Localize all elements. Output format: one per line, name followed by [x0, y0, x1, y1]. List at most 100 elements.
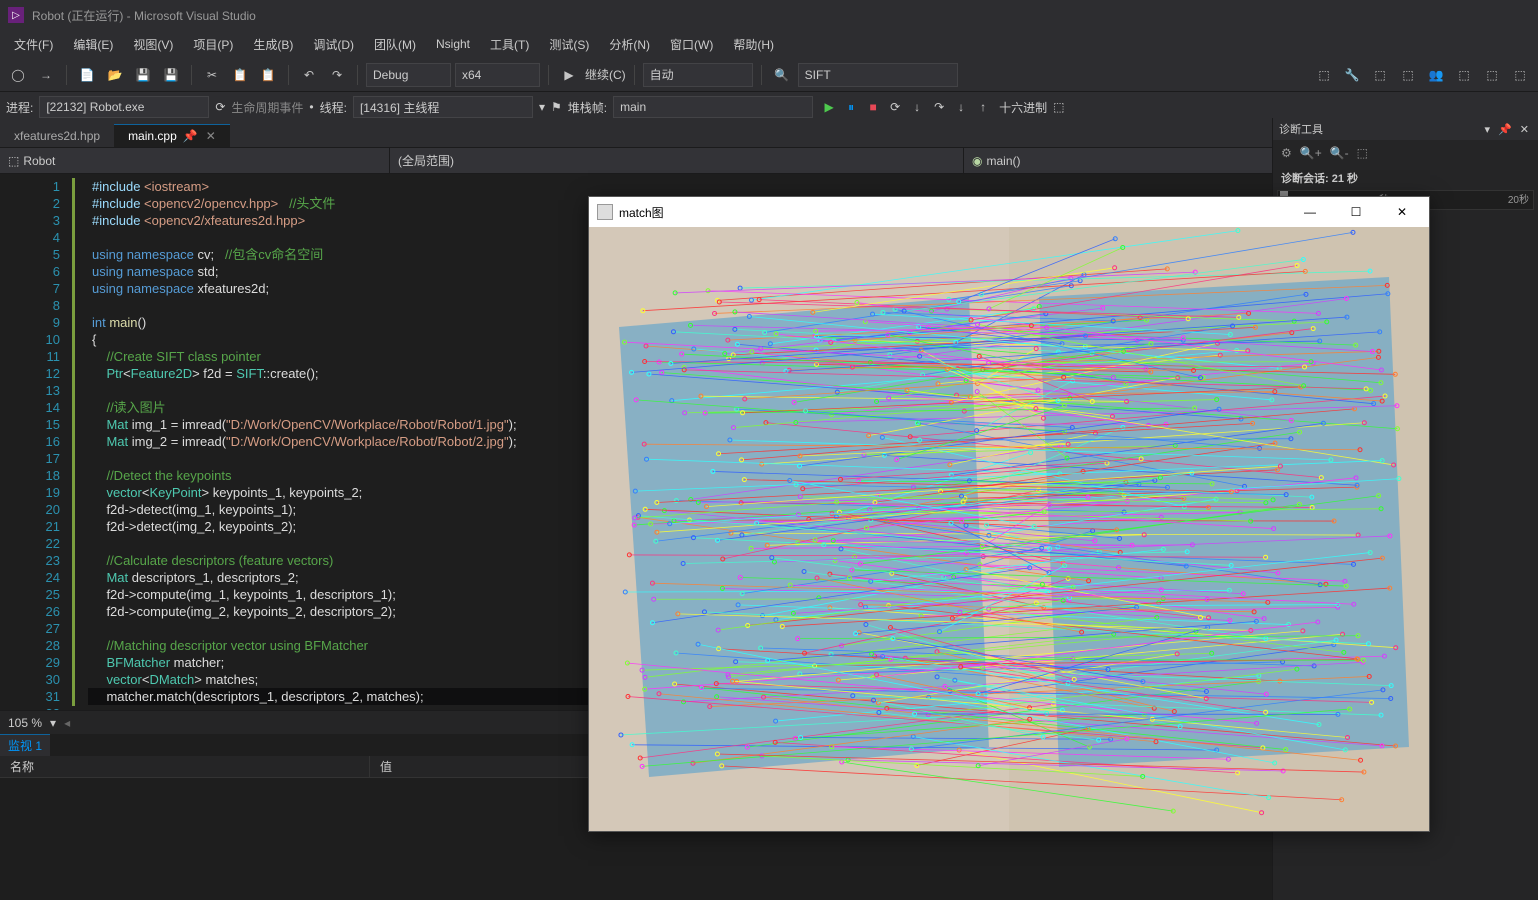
continue-label[interactable]: 继续(C) — [585, 66, 626, 83]
menu-item[interactable]: 测试(S) — [539, 32, 599, 57]
nav-back-icon[interactable]: ◯ — [6, 63, 30, 87]
tool-icon[interactable]: 👥 — [1424, 63, 1448, 87]
process-combo[interactable]: [22132] Robot.exe — [39, 96, 209, 118]
separator — [66, 65, 67, 85]
line-number: 28 — [0, 637, 60, 654]
window-icon — [597, 204, 613, 220]
open-icon[interactable]: 📂 — [103, 63, 127, 87]
redo-icon[interactable]: ↷ — [325, 63, 349, 87]
line-number: 18 — [0, 467, 60, 484]
menu-item[interactable]: 团队(M) — [364, 32, 426, 57]
nav-project[interactable]: ⬚ Robot — [0, 148, 390, 173]
menu-item[interactable]: 视图(V) — [123, 32, 183, 57]
menu-item[interactable]: 分析(N) — [599, 32, 660, 57]
continue-icon[interactable]: ▶ — [557, 63, 581, 87]
tool-icon[interactable]: ⬚ — [1396, 63, 1420, 87]
line-number: 12 — [0, 365, 60, 382]
match-title: match图 — [619, 204, 664, 221]
close-icon[interactable]: ✕ — [1517, 123, 1532, 136]
tool-icon[interactable]: 🔧 — [1340, 63, 1364, 87]
step-over-icon[interactable]: ↷ — [929, 97, 949, 117]
stackframe-combo[interactable]: main — [613, 96, 813, 118]
menu-item[interactable]: 调试(D) — [303, 32, 364, 57]
gear-icon[interactable]: ⚙ — [1281, 146, 1292, 160]
editor-tab[interactable]: main.cpp📌✕ — [114, 124, 230, 147]
match-titlebar[interactable]: match图 — ☐ ✕ — [589, 197, 1429, 227]
maximize-icon[interactable]: ☐ — [1333, 197, 1379, 227]
cut-icon[interactable]: ✂ — [200, 63, 224, 87]
minimize-icon[interactable]: — — [1287, 197, 1333, 227]
tool-icon[interactable]: ⬚ — [1452, 63, 1476, 87]
menu-item[interactable]: Nsight — [426, 33, 480, 55]
undo-icon[interactable]: ↶ — [297, 63, 321, 87]
window-title: Robot (正在运行) - Microsoft Visual Studio — [32, 7, 256, 24]
menu-item[interactable]: 项目(P) — [183, 32, 243, 57]
copy-icon[interactable]: 📋 — [228, 63, 252, 87]
watch-tab[interactable]: 监视 1 — [0, 734, 50, 756]
tool-icon[interactable]: ⬚ — [1480, 63, 1504, 87]
line-number: 1 — [0, 178, 60, 195]
config-combo[interactable]: Debug — [366, 63, 451, 87]
new-file-icon[interactable]: 📄 — [75, 63, 99, 87]
line-number: 10 — [0, 331, 60, 348]
nav-fwd-icon[interactable]: → — [34, 63, 58, 87]
watch-col-name[interactable]: 名称 — [0, 756, 370, 777]
zoom-out-icon[interactable]: 🔍- — [1330, 146, 1349, 160]
tool-icon[interactable]: ⬚ — [1368, 63, 1392, 87]
save-all-icon[interactable]: 💾 — [159, 63, 183, 87]
cube-icon: ⬚ — [8, 154, 19, 168]
zoom-value[interactable]: 105 % — [8, 716, 42, 730]
pin-icon[interactable]: 📌 — [1495, 123, 1515, 136]
diag-header: 诊断工具 ▾ 📌 ✕ — [1273, 118, 1538, 140]
menu-item[interactable]: 编辑(E) — [63, 32, 123, 57]
hex-label: 十六进制 — [999, 99, 1047, 116]
match-image — [589, 227, 1429, 831]
flag-icon[interactable]: ⚑ — [551, 100, 562, 114]
zoom-in-icon[interactable]: 🔍+ — [1300, 146, 1322, 160]
main-toolbar: ◯ → 📄 📂 💾 💾 ✂ 📋 📋 ↶ ↷ Debug x64 ▶ 继续(C) … — [0, 58, 1538, 92]
menu-item[interactable]: 生成(B) — [243, 32, 303, 57]
platform-combo[interactable]: x64 — [455, 63, 540, 87]
separator — [288, 65, 289, 85]
hex-toggle-icon[interactable]: ⬚ — [1053, 100, 1064, 114]
menu-item[interactable]: 窗口(W) — [660, 32, 723, 57]
search-combo[interactable]: SIFT — [798, 63, 958, 87]
tool-icon[interactable]: ⬚ — [1312, 63, 1336, 87]
tool-icon[interactable]: ⬚ — [1508, 63, 1532, 87]
search-dropdown-icon[interactable]: 🔍 — [770, 63, 794, 87]
play-icon[interactable]: ▶ — [819, 97, 839, 117]
separator — [548, 65, 549, 85]
lifecycle-icon[interactable]: ⟳ — [215, 100, 225, 114]
step-icon[interactable]: ↓ — [907, 97, 927, 117]
run-mode-combo[interactable]: 自动 — [643, 63, 753, 87]
restart-icon[interactable]: ⟳ — [885, 97, 905, 117]
line-number: 23 — [0, 552, 60, 569]
line-number: 29 — [0, 654, 60, 671]
nav-scope[interactable]: (全局范围) — [390, 148, 964, 173]
tab-pin-icon[interactable]: 📌 — [183, 129, 198, 143]
line-number: 7 — [0, 280, 60, 297]
step-out-icon[interactable]: ↑ — [973, 97, 993, 117]
dropdown-icon[interactable]: ▾ — [1482, 123, 1494, 136]
tab-close-icon[interactable]: ✕ — [206, 129, 216, 143]
stop-icon[interactable]: ■ — [863, 97, 883, 117]
separator — [357, 65, 358, 85]
menubar: 文件(F)编辑(E)视图(V)项目(P)生成(B)调试(D)团队(M)Nsigh… — [0, 30, 1538, 58]
filter-icon[interactable]: ▾ — [539, 100, 545, 114]
pause-icon[interactable]: ⏸ — [841, 97, 861, 117]
editor-tab[interactable]: xfeatures2d.hpp — [0, 124, 114, 147]
menu-item[interactable]: 文件(F) — [4, 32, 63, 57]
dropdown-icon[interactable]: ▾ — [50, 716, 56, 730]
save-icon[interactable]: 💾 — [131, 63, 155, 87]
line-number: 31 — [0, 688, 60, 705]
line-number: 20 — [0, 501, 60, 518]
thread-combo[interactable]: [14316] 主线程 — [353, 96, 533, 118]
reset-icon[interactable]: ⬚ — [1357, 146, 1368, 160]
menu-item[interactable]: 工具(T) — [480, 32, 539, 57]
step-into-icon[interactable]: ↓ — [951, 97, 971, 117]
close-icon[interactable]: ✕ — [1379, 197, 1425, 227]
menu-item[interactable]: 帮助(H) — [723, 32, 784, 57]
line-number: 5 — [0, 246, 60, 263]
line-number: 4 — [0, 229, 60, 246]
paste-icon[interactable]: 📋 — [256, 63, 280, 87]
